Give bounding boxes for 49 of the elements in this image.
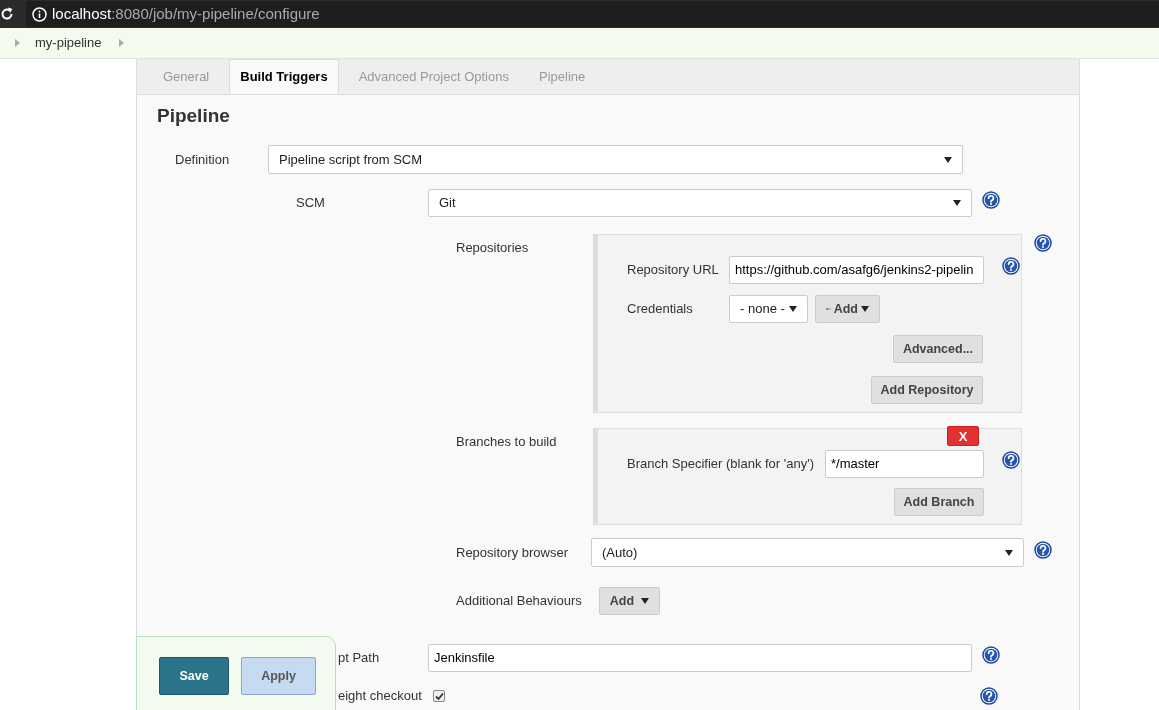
field-label: pt Path [338,649,381,668]
field-label: Branch Specifier (blank for 'any') [627,455,816,474]
apply-button[interactable]: Apply [241,657,316,695]
scm-select[interactable]: Git [428,189,972,217]
add-credentials-button[interactable]: Add [815,295,880,323]
reload-icon[interactable] [0,7,14,21]
help-icon[interactable] [982,191,1000,209]
caret-icon [861,306,869,312]
key-icon [826,305,831,313]
field-label: Repositories [456,239,530,257]
delete-button[interactable]: X [947,426,979,446]
caret-icon [1005,549,1013,556]
url-field[interactable]: localhost:8080/job/my-pipeline/configure [26,1,1159,27]
info-icon[interactable] [32,6,47,22]
field-label: Repository URL [627,261,720,280]
add-behaviour-button[interactable]: Add [599,587,660,615]
caret-icon [953,200,961,206]
chevron-icon [119,39,125,47]
breadcrumb-link[interactable]: my-pipeline [35,33,102,53]
help-icon[interactable] [1002,257,1020,275]
field-label: Repository browser [456,543,569,562]
credentials-select[interactable]: - none - [729,295,808,323]
caret-icon [789,306,797,312]
advanced-button[interactable]: Advanced... [893,335,983,363]
field-label: eight checkout [338,687,423,706]
field-label: Credentials [627,300,694,319]
add-repository-button[interactable]: Add Repository [871,376,983,404]
section-title: Pipeline [157,104,231,128]
script-path-field[interactable]: Jenkinsfile [428,644,972,672]
save-button[interactable]: Save [159,657,229,695]
field-label: Definition [175,150,231,169]
add-branch-button[interactable]: Add Branch [894,488,984,516]
help-icon[interactable] [980,687,998,705]
tab[interactable]: Build Triggers [229,59,339,94]
field-label: Additional Behaviours [456,592,583,611]
caret-icon [944,156,952,163]
repository-browser-select[interactable]: (Auto) [591,538,1024,567]
help-icon[interactable] [1034,540,1052,559]
help-icon[interactable] [1002,451,1020,469]
branch-specifier-field[interactable]: */master [825,450,984,478]
definition-select[interactable]: Pipeline script from SCM [268,145,963,174]
chevron-icon [15,39,20,47]
repository-url-field[interactable]: https://github.com/asafg6/jenkins2-pipelin [729,256,984,284]
field-label: Branches to build [456,433,558,451]
caret-icon [641,598,650,604]
help-icon[interactable] [982,646,1000,664]
help-icon[interactable] [1034,234,1052,252]
field-label: SCM [296,194,326,213]
checkbox[interactable] [433,690,445,702]
